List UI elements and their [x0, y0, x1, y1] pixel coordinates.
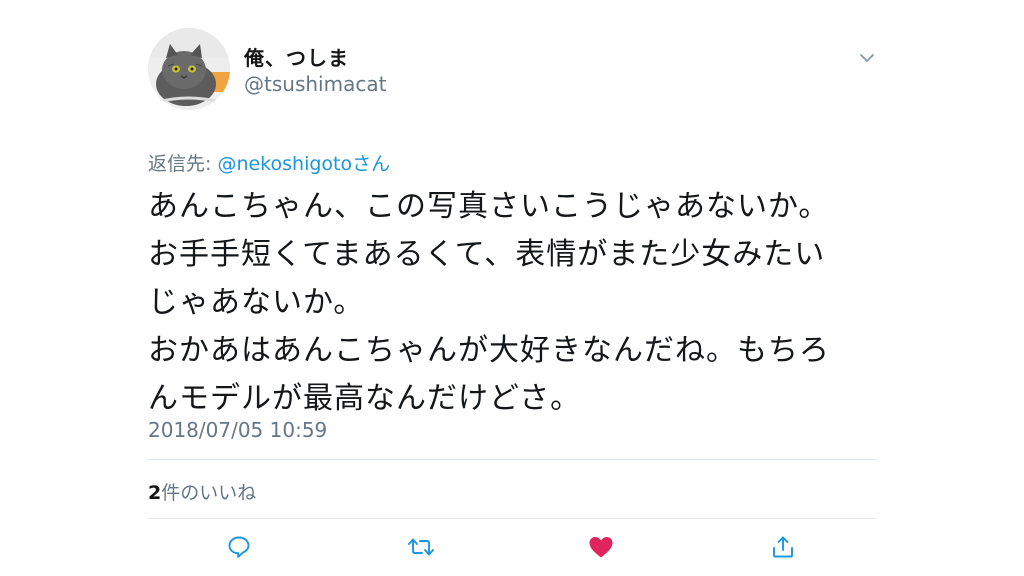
tweet-timestamp[interactable]: 2018/07/05 10:59	[148, 418, 327, 442]
tweet-actions	[148, 530, 876, 564]
tweet-text-line: じゃあないか。	[148, 285, 365, 320]
tweet-detail: 俺、つしま @tsushimacat 返信先: @nekoshigotoさん あ…	[148, 0, 876, 576]
comment-icon	[228, 536, 250, 558]
reply-button[interactable]	[222, 530, 256, 564]
heart-icon	[589, 537, 613, 558]
reply-prefix: 返信先:	[148, 153, 218, 175]
chevron-down-icon[interactable]	[858, 50, 876, 64]
reply-mention-link[interactable]: @nekoshigotoさん	[217, 153, 390, 175]
likes-count: 2	[148, 482, 162, 504]
tweet-header: 俺、つしま @tsushimacat	[148, 28, 876, 112]
tweet-text-line: んモデルが最高なんだけどさ。	[148, 381, 582, 416]
retweet-icon	[408, 538, 434, 556]
user-handle[interactable]: @tsushimacat	[244, 72, 386, 96]
likes-stat[interactable]: 2件のいいね	[148, 478, 256, 505]
tweet-text-line: お手手短くてまあるくて、表情がまた少女みたい	[148, 237, 826, 272]
divider	[148, 518, 876, 519]
share-icon	[773, 536, 793, 558]
tweet-text: あんこちゃん、この写真さいこうじゃあないか。 お手手短くてまあるくて、表情がまた…	[148, 183, 876, 423]
tweet-text-line: おかあはあんこちゃんが大好きなんだね。もちろ	[148, 333, 830, 368]
avatar[interactable]	[148, 28, 230, 110]
tweet-text-line: あんこちゃん、この写真さいこうじゃあないか。	[148, 189, 830, 224]
share-button[interactable]	[766, 530, 800, 564]
reply-to-line: 返信先: @nekoshigotoさん	[148, 149, 390, 176]
display-name[interactable]: 俺、つしま	[244, 42, 349, 71]
likes-label: 件のいいね	[161, 482, 257, 504]
like-button[interactable]	[584, 530, 618, 564]
retweet-button[interactable]	[404, 530, 438, 564]
cat-avatar-image	[148, 28, 230, 110]
divider	[148, 459, 876, 460]
